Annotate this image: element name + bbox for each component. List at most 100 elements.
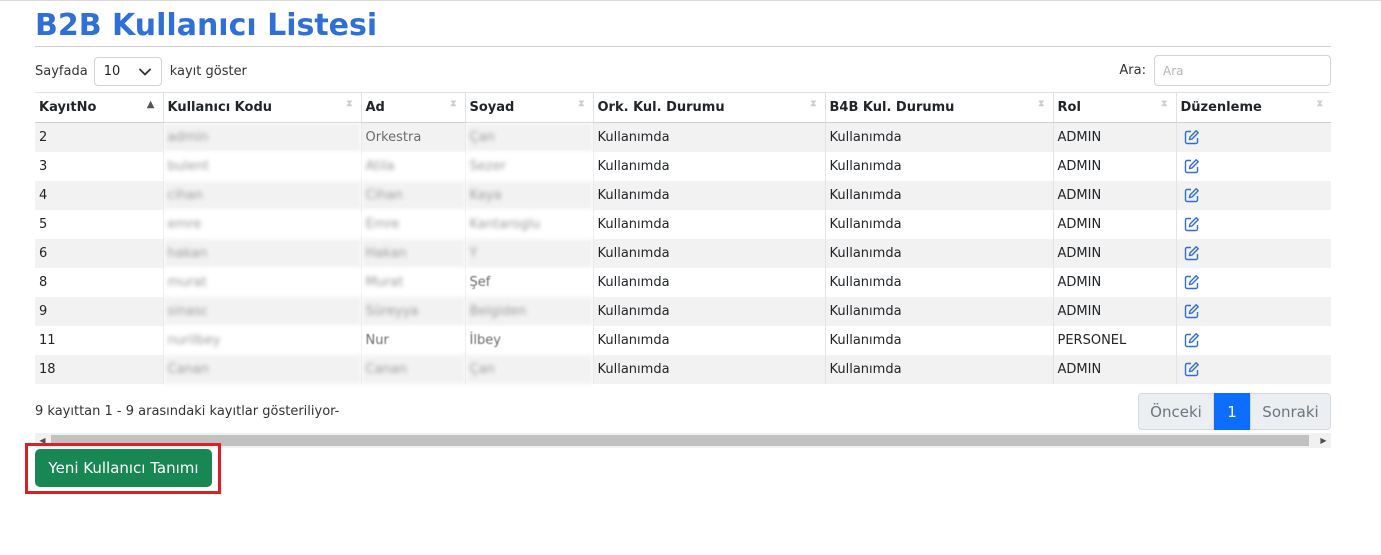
cell-kayitno: 18 <box>35 354 163 384</box>
column-header-ad[interactable]: Ad ⧗ <box>360 92 465 123</box>
scroll-right-icon[interactable]: ▶ <box>1316 433 1331 448</box>
edit-icon[interactable] <box>1184 303 1200 319</box>
cell-b4b-durum: Kullanımda <box>824 325 1053 355</box>
table-row: 6 hakan Hakan Y Kullanımda Kullanımda AD… <box>35 238 1331 268</box>
cell-ad: Cihan <box>360 180 465 210</box>
edit-icon[interactable] <box>1184 274 1200 290</box>
table-row: 18 Canan Canan Çan Kullanımda Kullanımda… <box>35 354 1331 384</box>
scrollbar-thumb[interactable] <box>51 435 1309 446</box>
cell-rol: ADMIN <box>1052 238 1176 268</box>
previous-page-button[interactable]: Önceki <box>1138 393 1214 430</box>
column-header-soyad[interactable]: Soyad ⧗ <box>464 92 593 123</box>
cell-kayitno: 9 <box>35 296 163 326</box>
page-1-button[interactable]: 1 <box>1214 393 1250 430</box>
cell-rol: ADMIN <box>1052 122 1176 152</box>
cell-b4b-durum: Kullanımda <box>824 238 1053 268</box>
column-header-ork-durum[interactable]: Ork. Kul. Durumu ⧗ <box>592 92 825 123</box>
cell-ork-durum: Kullanımda <box>592 209 825 239</box>
table-row: 9 sinasc Süreyya Belgiden Kullanımda Kul… <box>35 296 1331 326</box>
length-prefix: Sayfada <box>35 64 88 79</box>
cell-kayitno: 4 <box>35 180 163 210</box>
edit-icon[interactable] <box>1184 361 1200 377</box>
cell-rol: ADMIN <box>1052 354 1176 384</box>
column-header-duzenleme[interactable]: Düzenleme ⧗ <box>1175 92 1331 123</box>
cell-b4b-durum: Kullanımda <box>824 180 1053 210</box>
length-menu: Sayfada 10 kayıt göster <box>35 56 247 87</box>
sort-icon: ⧗ <box>1038 99 1045 109</box>
cell-kullanici-kodu: murat <box>162 267 361 297</box>
column-header-kayitno[interactable]: KayıtNo ▲ <box>35 92 163 123</box>
cell-duzenleme <box>1175 325 1331 355</box>
cell-duzenleme <box>1175 151 1331 181</box>
edit-icon[interactable] <box>1184 332 1200 348</box>
cell-kayitno: 2 <box>35 122 163 152</box>
cell-ork-durum: Kullanımda <box>592 267 825 297</box>
cell-kullanici-kodu: emre <box>162 209 361 239</box>
edit-icon[interactable] <box>1184 129 1200 145</box>
new-user-button[interactable]: Yeni Kullanıcı Tanımı <box>35 449 212 487</box>
edit-icon[interactable] <box>1184 216 1200 232</box>
cell-ork-durum: Kullanımda <box>592 296 825 326</box>
table-info: 9 kayıttan 1 - 9 arasındaki kayıtlar gös… <box>35 404 340 419</box>
cell-kullanici-kodu: bulent <box>162 151 361 181</box>
sort-icon: ⧗ <box>346 99 353 109</box>
cell-soyad: İlbey <box>464 325 593 355</box>
top-divider <box>0 0 1381 1</box>
cell-kayitno: 5 <box>35 209 163 239</box>
horizontal-scrollbar[interactable]: ◀ ▶ <box>35 433 1331 448</box>
cell-ad: Hakan <box>360 238 465 268</box>
cell-kullanici-kodu: Canan <box>162 354 361 384</box>
pagination: Önceki 1 Sonraki <box>1138 393 1331 430</box>
search-box: Ara: <box>1119 55 1331 86</box>
sort-icon: ⧗ <box>578 99 585 109</box>
search-input[interactable] <box>1154 55 1331 86</box>
cell-soyad: Sezer <box>464 151 593 181</box>
page-length-value: 10 <box>103 64 121 79</box>
page-length-select[interactable]: 10 <box>93 57 162 86</box>
cell-soyad: Çan <box>464 354 593 384</box>
table-row: 2 admin Orkestra Çan Kullanımda Kullanım… <box>35 122 1331 152</box>
cell-ork-durum: Kullanımda <box>592 238 825 268</box>
cell-ork-durum: Kullanımda <box>592 325 825 355</box>
column-header-rol[interactable]: Rol ⧗ <box>1052 92 1176 123</box>
sort-icon: ⧗ <box>1316 99 1323 109</box>
cell-soyad: Şef <box>464 267 593 297</box>
cell-b4b-durum: Kullanımda <box>824 209 1053 239</box>
cell-kayitno: 3 <box>35 151 163 181</box>
cell-b4b-durum: Kullanımda <box>824 267 1053 297</box>
cell-duzenleme <box>1175 209 1331 239</box>
cell-soyad: Kaya <box>464 180 593 210</box>
cell-soyad: Kantaroglu <box>464 209 593 239</box>
user-table: KayıtNo ▲ Kullanıcı Kodu ⧗ Ad ⧗ Soyad ⧗ Ork.… <box>35 92 1331 384</box>
table-row: 4 cihan Cihan Kaya Kullanımda Kullanımda… <box>35 180 1331 210</box>
sort-asc-icon: ▲ <box>146 99 155 110</box>
cell-ork-durum: Kullanımda <box>592 354 825 384</box>
cell-duzenleme <box>1175 238 1331 268</box>
cell-kayitno: 11 <box>35 325 163 355</box>
cell-soyad: Çan <box>464 122 593 152</box>
cell-b4b-durum: Kullanımda <box>824 354 1053 384</box>
cell-ad: Emre <box>360 209 465 239</box>
cell-duzenleme <box>1175 122 1331 152</box>
title-divider <box>35 46 1331 47</box>
cell-duzenleme <box>1175 354 1331 384</box>
edit-icon[interactable] <box>1184 158 1200 174</box>
cell-ad: Canan <box>360 354 465 384</box>
column-header-kullanici-kodu[interactable]: Kullanıcı Kodu ⧗ <box>162 92 361 123</box>
length-suffix: kayıt göster <box>169 64 247 79</box>
cell-rol: ADMIN <box>1052 209 1176 239</box>
edit-icon[interactable] <box>1184 245 1200 261</box>
cell-soyad: Belgiden <box>464 296 593 326</box>
cell-kullanici-kodu: hakan <box>162 238 361 268</box>
cell-rol: ADMIN <box>1052 267 1176 297</box>
cell-kullanici-kodu: admin <box>162 122 361 152</box>
cell-ork-durum: Kullanımda <box>592 151 825 181</box>
cell-rol: ADMIN <box>1052 296 1176 326</box>
column-header-b4b-durum[interactable]: B4B Kul. Durumu ⧗ <box>824 92 1053 123</box>
cell-kullanici-kodu: nurilbey <box>162 325 361 355</box>
cell-kullanici-kodu: cihan <box>162 180 361 210</box>
cell-b4b-durum: Kullanımda <box>824 151 1053 181</box>
next-page-button[interactable]: Sonraki <box>1250 393 1331 430</box>
cell-ad: Atila <box>360 151 465 181</box>
edit-icon[interactable] <box>1184 187 1200 203</box>
